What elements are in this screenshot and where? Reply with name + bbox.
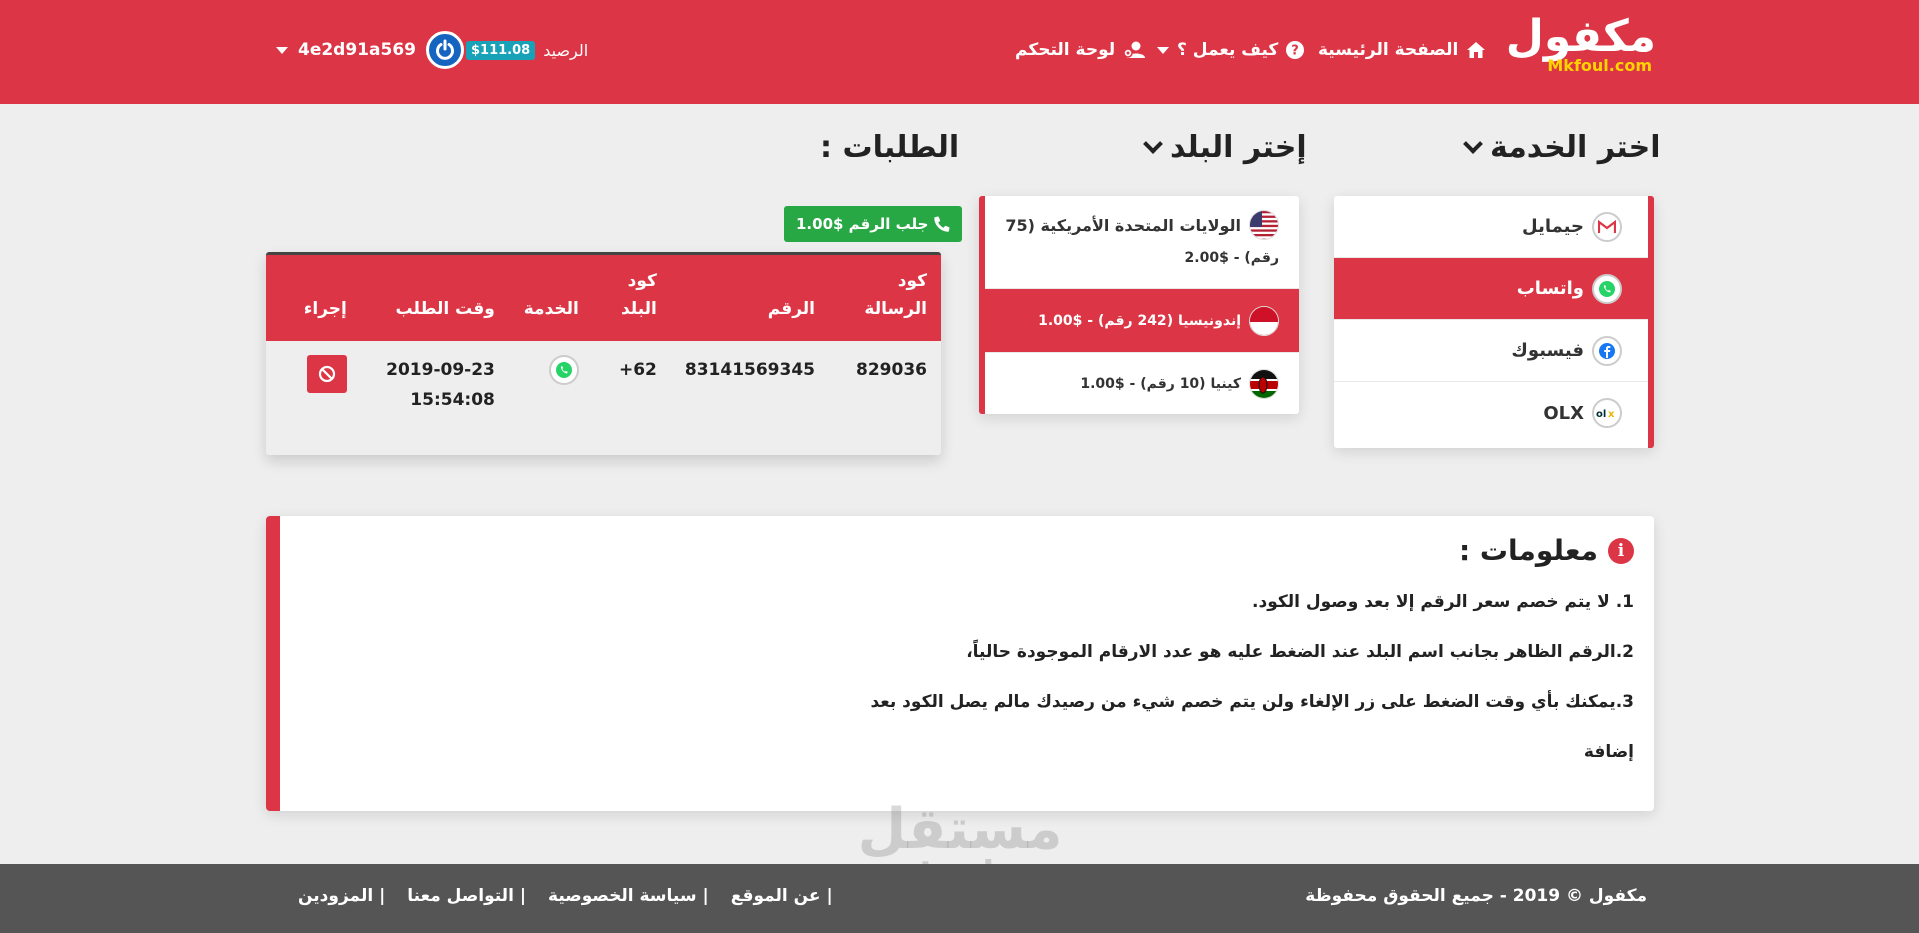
info-title-label: معلومات :: [1458, 534, 1598, 567]
country-list: الولايات المتحدة الأمريكية (75 رقم) - $2…: [979, 196, 1299, 414]
cancel-icon: [318, 365, 335, 383]
service-item-facebook[interactable]: فيسبوك: [1334, 320, 1648, 382]
country-code-cell: 62+: [618, 360, 657, 380]
countries-title[interactable]: إختر البلد: [1143, 130, 1307, 165]
countries-title-label: إختر البلد: [1170, 130, 1307, 165]
info-panel: i معلومات : 1. لا يتم خصم سعر الرقم إلا …: [266, 516, 1654, 811]
whatsapp-icon: [548, 355, 579, 385]
country-name: إندونيسيا (242 رقم) - $1.00: [1038, 312, 1241, 329]
info-list: 1. لا يتم خصم سعر الرقم إلا بعد وصول الك…: [294, 590, 1634, 790]
column-header-message-code: كود الرسالة: [829, 255, 941, 341]
nav-how-dropdown[interactable]: ? كيف يعمل ؟: [1157, 36, 1305, 64]
gmail-icon: [1592, 211, 1622, 242]
logo-text-ar: مكفول: [1505, 11, 1657, 62]
country-item-indonesia[interactable]: إندونيسيا (242 رقم) - $1.00: [985, 289, 1299, 353]
footer-link-providers[interactable]: | المزودين: [290, 886, 393, 906]
top-navbar: مكفول Mkfoul.com الصفحة الرئيسية ? كيف ي…: [0, 0, 1919, 104]
orders-title-label: الطلبات :: [820, 130, 960, 165]
balance-badge: $111.08: [466, 40, 536, 60]
chevron-down-icon: [1157, 46, 1169, 54]
user-menu[interactable]: 4e2d91a569: [276, 30, 464, 70]
service-label: واتساب: [1516, 278, 1584, 299]
country-item-usa[interactable]: الولايات المتحدة الأمريكية (75 رقم) - $2…: [985, 196, 1299, 289]
orders-table: كود الرسالة الرقم كود البلد الخدمة وقت ا…: [266, 255, 941, 429]
whatsapp-icon: [1592, 273, 1622, 304]
indonesia-flag-icon: [1249, 305, 1279, 336]
info-title: i معلومات :: [1459, 534, 1634, 567]
service-item-gmail[interactable]: جيمايل: [1334, 196, 1648, 258]
table-header-row: كود الرسالة الرقم كود البلد الخدمة وقت ا…: [266, 255, 941, 341]
service-item-whatsapp[interactable]: واتساب: [1334, 258, 1648, 320]
country-item-kenya[interactable]: كينيا (10 رقم) - $1.00: [985, 353, 1299, 414]
watermark-text-ar: مستقل: [857, 797, 1063, 862]
chevron-down-icon: [276, 46, 288, 54]
svg-text:x: x: [1608, 409, 1615, 419]
nav-dashboard-label: لوحة التحكم: [1015, 40, 1116, 60]
service-label: فيسبوك: [1511, 340, 1584, 361]
site-logo[interactable]: مكفول Mkfoul.com: [1500, 11, 1657, 78]
facebook-icon: [1592, 335, 1622, 366]
message-code-cell: 829036: [856, 360, 927, 380]
get-number-button[interactable]: جلب الرقم $1.00: [784, 206, 963, 242]
username: 4e2d91a569: [298, 40, 416, 60]
nav-home-label: الصفحة الرئيسية: [1318, 40, 1459, 60]
user-cog-icon: [1123, 41, 1146, 58]
nav-how-label: كيف يعمل ؟: [1177, 40, 1279, 60]
svg-text:ol: ol: [1596, 409, 1606, 419]
footer: مكفول © 2019 - جميع الحقوق محفوظة | عن ا…: [0, 864, 1919, 933]
get-number-label: جلب الرقم $1.00: [796, 215, 929, 233]
footer-links: | عن الموقع | سياسة الخصوصية | التواصل م…: [290, 886, 841, 906]
logo-text-en: Mkfoul.com: [1547, 56, 1652, 75]
info-icon: i: [1608, 537, 1634, 564]
action-cell: [266, 341, 361, 429]
nav-home-link[interactable]: الصفحة الرئيسية: [1318, 36, 1486, 64]
column-header-country-code: كود البلد: [592, 255, 671, 341]
copyright-text: مكفول © 2019 - جميع الحقوق محفوظة: [1305, 886, 1647, 906]
orders-table-card: كود الرسالة الرقم كود البلد الخدمة وقت ا…: [266, 252, 941, 455]
power-icon[interactable]: [425, 31, 464, 69]
country-price: رقم) - $2.00: [1184, 250, 1279, 266]
column-header-service: الخدمة: [508, 255, 593, 341]
order-date: 2019-09-23: [386, 360, 495, 380]
service-list: جيمايل واتساب فيسبوك OLX ol x: [1334, 196, 1654, 448]
phone-icon: [934, 216, 950, 232]
service-label: جيمايل: [1522, 216, 1584, 237]
balance-label: الرصيد: [543, 40, 589, 60]
nav-dashboard-link[interactable]: لوحة التحكم: [1015, 36, 1147, 64]
info-line: 3.يمكنك بأي وقت الضغط على زر الإلغاء ولن…: [870, 692, 1634, 712]
number-cell: 83141569345: [684, 360, 815, 380]
services-title[interactable]: اختر الخدمة: [1463, 130, 1661, 165]
country-name: الولايات المتحدة الأمريكية (75: [1005, 215, 1241, 235]
service-label: OLX: [1543, 402, 1584, 424]
order-time-cell: 2019-09-23 15:54:08: [361, 341, 509, 429]
info-line: 2.الرقم الظاهر بجانب اسم البلد عند الضغط…: [966, 642, 1634, 662]
chevron-down-icon: [1143, 133, 1163, 154]
footer-link-about[interactable]: | عن الموقع: [723, 886, 841, 906]
service-cell: [509, 341, 593, 429]
question-icon: ?: [1286, 41, 1305, 59]
balance-display: الرصيد $111.08: [466, 38, 588, 62]
footer-link-contact[interactable]: | التواصل معنا: [399, 886, 534, 906]
column-header-order-time: وقت الطلب: [360, 255, 509, 341]
service-item-olx[interactable]: OLX ol x: [1334, 382, 1648, 444]
olx-icon: ol x: [1592, 398, 1622, 428]
country-name: كينيا (10 رقم) - $1.00: [1080, 375, 1241, 392]
usa-flag-icon: [1249, 210, 1279, 240]
info-line: إضافة: [1583, 742, 1634, 762]
home-icon: [1467, 42, 1486, 58]
info-line: 1. لا يتم خصم سعر الرقم إلا بعد وصول الك…: [1252, 592, 1634, 612]
chevron-down-icon: [1463, 133, 1483, 154]
order-time: 15:54:08: [410, 390, 495, 410]
column-header-number: الرقم: [670, 255, 829, 341]
svg-text:?: ?: [1292, 44, 1300, 59]
footer-link-privacy[interactable]: | سياسة الخصوصية: [540, 886, 717, 906]
orders-title: الطلبات :: [820, 130, 959, 165]
kenya-flag-icon: [1249, 368, 1279, 399]
table-row: 829036 83141569345 62+ 2019-09-23 15:54:…: [266, 341, 941, 429]
column-header-action: إجراء: [266, 255, 361, 341]
cancel-order-button[interactable]: [306, 355, 347, 393]
services-title-label: اختر الخدمة: [1490, 130, 1661, 165]
